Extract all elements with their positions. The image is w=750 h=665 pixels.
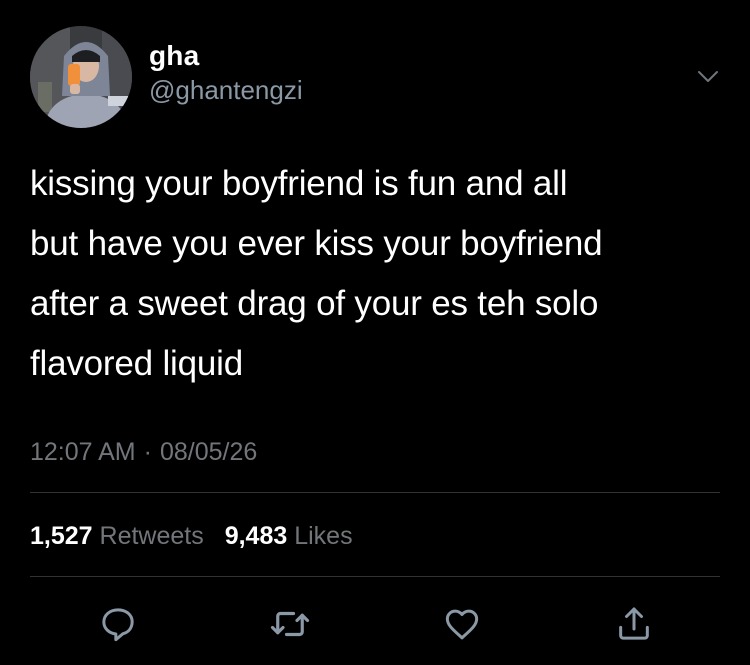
display-name[interactable]: gha bbox=[149, 40, 303, 72]
likes-count: 9,483 bbox=[224, 522, 288, 550]
share-button[interactable] bbox=[604, 594, 664, 654]
retweets-stat[interactable]: 1,527 Retweets bbox=[30, 522, 204, 550]
reply-button[interactable] bbox=[88, 594, 148, 654]
likes-label: Likes bbox=[294, 522, 353, 550]
retweet-button[interactable] bbox=[260, 594, 320, 654]
user-names: gha @ghantengzi bbox=[149, 40, 303, 106]
tweet-detail: gha @ghantengzi kissing your boyfriend i… bbox=[0, 0, 750, 665]
chevron-down-icon[interactable] bbox=[696, 64, 720, 88]
tweet-time: 12:07 AM bbox=[30, 438, 136, 466]
reply-icon bbox=[102, 608, 134, 642]
tweet-header: gha @ghantengzi bbox=[30, 26, 720, 128]
user-handle[interactable]: @ghantengzi bbox=[149, 74, 303, 106]
tweet-text: kissing your boyfriend is fun and all bu… bbox=[30, 164, 603, 383]
like-icon bbox=[445, 609, 479, 640]
retweets-count: 1,527 bbox=[30, 522, 93, 550]
divider bbox=[30, 576, 720, 577]
likes-stat[interactable]: 9,483 Likes bbox=[225, 522, 353, 550]
retweets-label: Retweets bbox=[99, 522, 204, 550]
action-bar bbox=[30, 594, 720, 654]
profile-photo-icon bbox=[30, 26, 132, 128]
retweet-icon bbox=[270, 611, 310, 637]
share-icon bbox=[619, 607, 649, 640]
divider bbox=[30, 492, 720, 493]
like-button[interactable] bbox=[432, 594, 492, 654]
tweet-stats: 1,527 Retweets 9,483 Likes bbox=[30, 516, 367, 556]
meta-separator: · bbox=[143, 438, 152, 466]
avatar[interactable] bbox=[30, 26, 132, 128]
tweet-date: 08/05/26 bbox=[159, 438, 258, 466]
tweet-timestamp[interactable]: 12:07 AM · 08/05/26 bbox=[30, 432, 257, 472]
